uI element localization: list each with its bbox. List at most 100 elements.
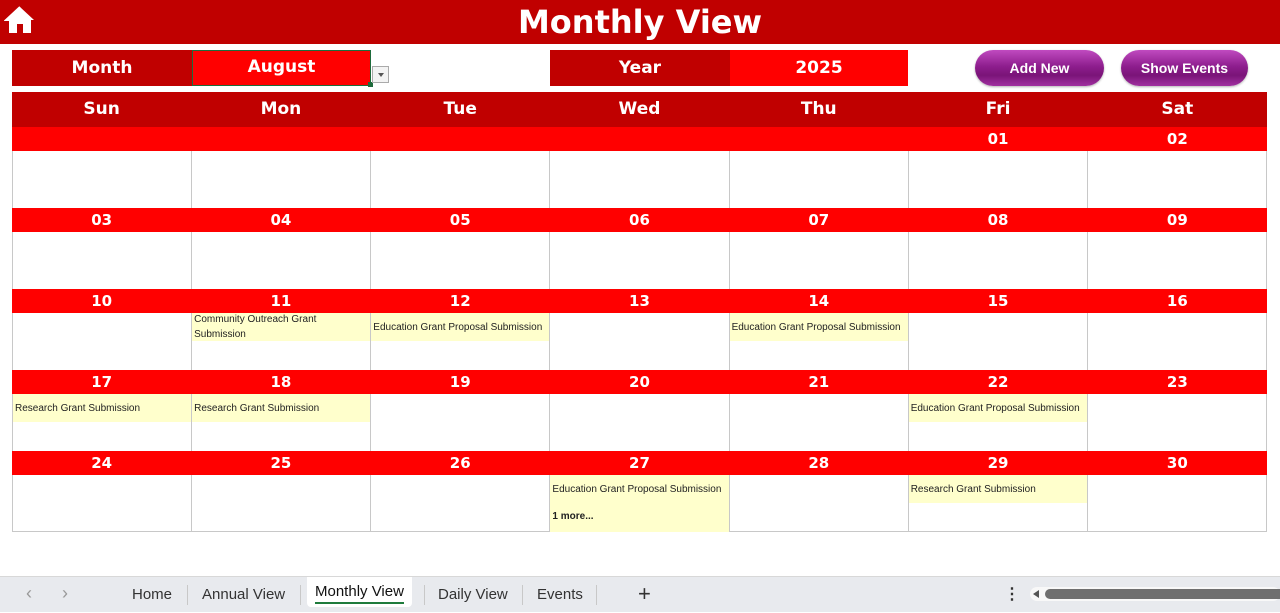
event-item[interactable]: Education Grant Proposal Submission xyxy=(371,313,550,341)
day-cell[interactable] xyxy=(909,313,1088,370)
day-cells-row xyxy=(12,151,1267,208)
day-cell[interactable]: Education Grant Proposal Submission xyxy=(729,313,909,370)
day-number: 20 xyxy=(629,373,650,391)
day-cell[interactable] xyxy=(13,151,193,208)
day-number: 21 xyxy=(808,373,830,391)
event-item[interactable]: Research Grant Submission xyxy=(908,475,1087,503)
month-label: Month xyxy=(12,50,192,86)
add-sheet-button[interactable]: + xyxy=(638,581,651,607)
day-cell[interactable] xyxy=(730,475,909,531)
event-title: Education Grant Proposal Submission xyxy=(552,484,722,495)
day-cell[interactable] xyxy=(1088,151,1267,208)
tab-events[interactable]: Events xyxy=(537,577,583,613)
event-title: Research Grant Submission xyxy=(194,402,320,414)
day-cell[interactable] xyxy=(13,313,193,370)
scroll-left-icon[interactable] xyxy=(1033,590,1039,598)
day-cell[interactable] xyxy=(1088,475,1267,531)
day-number: 18 xyxy=(270,373,292,391)
tab-divider xyxy=(596,585,597,605)
day-number: 11 xyxy=(270,292,292,310)
day-number xyxy=(371,127,550,151)
day-number: 28 xyxy=(808,454,830,472)
day-cell[interactable] xyxy=(13,475,193,531)
day-cell[interactable]: Education Grant Proposal Submission xyxy=(371,313,551,370)
weekday-sun: Sun xyxy=(83,99,120,119)
day-cells-row: Education Grant Proposal Submission 1 mor… xyxy=(12,475,1267,532)
event-item[interactable]: Research Grant Submission xyxy=(13,394,192,422)
more-options-icon[interactable]: ⋮ xyxy=(1004,584,1020,604)
prev-sheet-icon[interactable]: ‹ xyxy=(26,583,32,604)
day-cell[interactable] xyxy=(730,394,909,451)
day-number xyxy=(729,127,908,151)
day-number: 30 xyxy=(1166,454,1188,472)
tab-monthly-view[interactable]: Monthly View xyxy=(307,577,412,607)
day-cell[interactable] xyxy=(192,232,372,289)
show-events-button[interactable]: Show Events xyxy=(1121,50,1248,86)
home-icon[interactable] xyxy=(4,5,36,35)
day-number: 23 xyxy=(1166,373,1188,391)
event-item[interactable]: Community Outreach Grant Submission xyxy=(192,313,371,341)
event-item[interactable]: Education Grant Proposal Submission xyxy=(729,313,908,341)
day-cell[interactable] xyxy=(730,232,909,289)
event-item[interactable]: Research Grant Submission xyxy=(192,394,371,422)
day-cell[interactable] xyxy=(371,475,551,531)
tab-annual-view[interactable]: Annual View xyxy=(202,577,285,613)
day-number: 01 xyxy=(987,130,1009,148)
day-cell[interactable] xyxy=(550,313,730,370)
day-cell[interactable]: Community Outreach Grant Submission xyxy=(192,313,372,370)
event-item[interactable]: Education Grant Proposal Submission 1 mor… xyxy=(550,475,729,532)
day-cell[interactable] xyxy=(909,232,1088,289)
day-cell[interactable]: Research Grant Submission xyxy=(908,475,1088,531)
day-cell[interactable] xyxy=(550,151,730,208)
event-item[interactable]: Education Grant Proposal Submission xyxy=(908,394,1087,422)
tab-daily-view[interactable]: Daily View xyxy=(438,577,508,613)
day-number: 19 xyxy=(449,373,471,391)
day-cell[interactable] xyxy=(730,151,909,208)
day-number: 05 xyxy=(449,211,471,229)
day-number: 12 xyxy=(449,292,471,310)
scrollbar-thumb[interactable] xyxy=(1045,589,1280,599)
day-number xyxy=(191,127,370,151)
day-cell[interactable] xyxy=(1088,313,1267,370)
event-title: Education Grant Proposal Submission xyxy=(731,321,901,333)
day-cell[interactable] xyxy=(1088,232,1267,289)
year-input[interactable]: 2025 xyxy=(730,50,908,86)
day-cell[interactable]: Education Grant Proposal Submission xyxy=(908,394,1088,451)
day-number: 25 xyxy=(270,454,292,472)
day-cell[interactable]: Education Grant Proposal Submission 1 mor… xyxy=(550,475,730,532)
day-number: 04 xyxy=(270,211,292,229)
day-cell[interactable] xyxy=(192,475,372,531)
event-title: Education Grant Proposal Submission xyxy=(910,402,1080,414)
tab-home[interactable]: Home xyxy=(132,577,172,613)
tab-divider xyxy=(300,585,301,605)
event-title: Research Grant Submission xyxy=(15,402,141,414)
date-row: 01 02 xyxy=(12,127,1267,151)
day-cell[interactable] xyxy=(1088,394,1267,451)
day-number: 08 xyxy=(987,211,1009,229)
weekday-fri: Fri xyxy=(985,99,1011,119)
month-select[interactable]: August xyxy=(192,50,371,86)
day-cell[interactable] xyxy=(550,232,730,289)
add-new-button[interactable]: Add New xyxy=(975,50,1104,86)
horizontal-scrollbar[interactable] xyxy=(1030,587,1280,601)
day-cell[interactable] xyxy=(550,394,730,451)
day-number: 17 xyxy=(91,373,113,391)
day-number: 14 xyxy=(808,292,830,310)
tab-divider xyxy=(424,585,425,605)
day-cell[interactable]: Research Grant Submission xyxy=(192,394,372,451)
day-cell[interactable] xyxy=(13,232,193,289)
day-cell[interactable] xyxy=(371,232,551,289)
day-number: 15 xyxy=(987,292,1009,310)
month-dropdown-button[interactable] xyxy=(372,66,389,83)
day-cell[interactable] xyxy=(909,151,1088,208)
tab-divider xyxy=(187,585,188,605)
day-cell[interactable]: Research Grant Submission xyxy=(13,394,193,451)
date-row: 10 11 12 13 14 15 16 xyxy=(12,289,1267,313)
more-events-link[interactable]: 1 more... xyxy=(552,509,593,524)
day-number: 27 xyxy=(629,454,650,472)
day-cell[interactable] xyxy=(192,151,372,208)
day-cell[interactable] xyxy=(371,394,551,451)
next-sheet-icon[interactable]: › xyxy=(62,583,68,604)
day-cell[interactable] xyxy=(371,151,551,208)
sheet-tab-bar: ‹ › Home Annual View Monthly View Daily … xyxy=(0,576,1280,612)
